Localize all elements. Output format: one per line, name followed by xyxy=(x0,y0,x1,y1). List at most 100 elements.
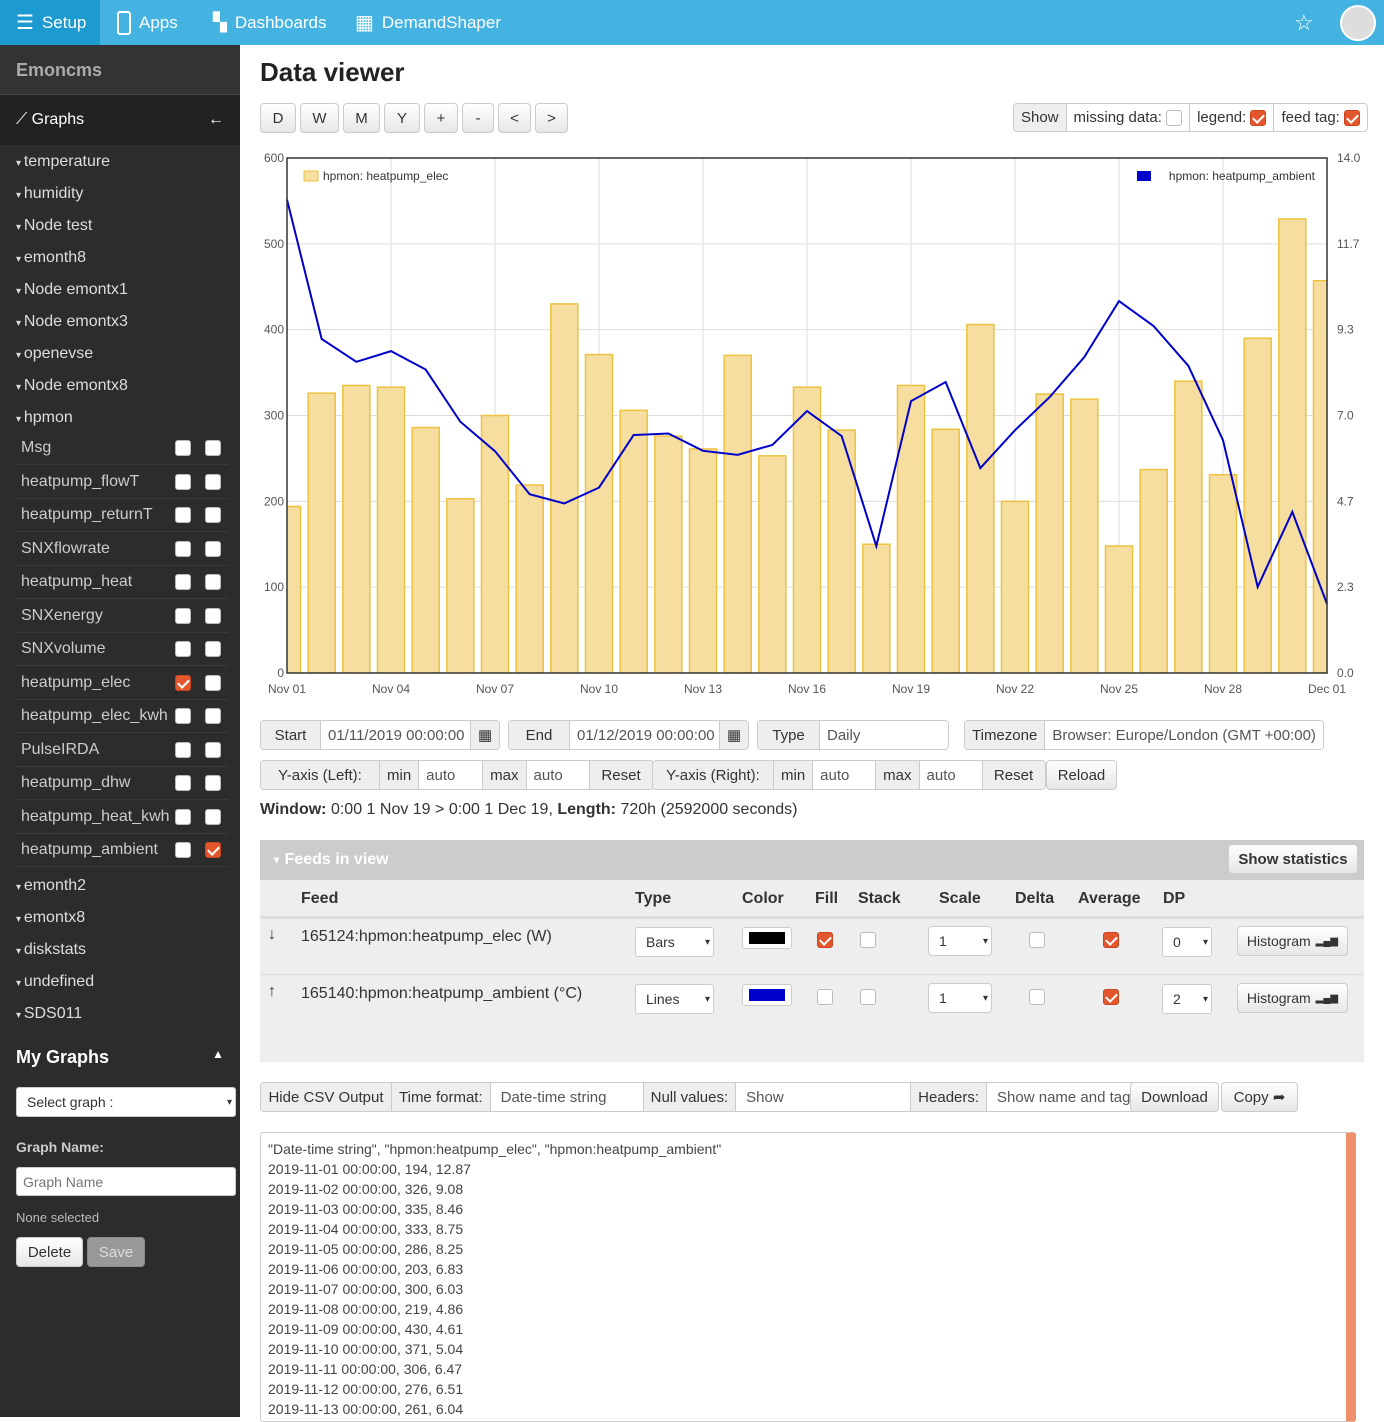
scale-input[interactable]: 1 xyxy=(928,983,992,1013)
histogram-button[interactable]: Histogram▂▄▆ xyxy=(1237,926,1348,956)
range-button[interactable]: W xyxy=(300,103,339,133)
right-axis-checkbox[interactable] xyxy=(205,842,221,858)
headers-select[interactable]: Show name and tag xyxy=(987,1083,1144,1111)
right-axis-checkbox[interactable] xyxy=(205,809,221,825)
select-graph[interactable]: Select graph : xyxy=(16,1087,236,1117)
right-axis-checkbox[interactable] xyxy=(205,708,221,724)
bar[interactable] xyxy=(1071,399,1098,673)
bar[interactable] xyxy=(863,544,890,673)
bar[interactable] xyxy=(1175,381,1202,673)
delete-button[interactable]: Delete xyxy=(16,1237,83,1267)
scale-input[interactable]: 1 xyxy=(928,926,992,956)
bar[interactable] xyxy=(1036,394,1063,673)
feed-tag-checkbox[interactable] xyxy=(1344,110,1360,126)
color-picker[interactable] xyxy=(742,984,792,1006)
nav-setup[interactable]: ☰Setup xyxy=(0,0,100,45)
right-axis-checkbox[interactable] xyxy=(205,474,221,490)
left-axis-checkbox[interactable] xyxy=(175,675,191,691)
legend-checkbox[interactable] xyxy=(1250,110,1266,126)
delta-checkbox[interactable] xyxy=(1029,932,1045,948)
color-picker[interactable] xyxy=(742,927,792,949)
left-axis-checkbox[interactable] xyxy=(175,541,191,557)
range-button[interactable]: D xyxy=(260,103,296,133)
show-statistics-button[interactable]: Show statistics xyxy=(1228,844,1358,874)
bar[interactable] xyxy=(585,355,612,673)
stack-checkbox[interactable] xyxy=(860,989,876,1005)
left-axis-checkbox[interactable] xyxy=(175,641,191,657)
yright-min-input[interactable]: auto xyxy=(813,761,876,789)
sidebar-category[interactable]: ▾ emonth2 xyxy=(16,877,86,895)
yright-max-input[interactable]: auto xyxy=(920,761,983,789)
sidebar-category[interactable]: ▾ openevse xyxy=(16,345,93,363)
sidebar-category[interactable]: ▾ undefined xyxy=(16,973,94,991)
right-axis-checkbox[interactable] xyxy=(205,608,221,624)
left-axis-checkbox[interactable] xyxy=(175,574,191,590)
sidebar-category[interactable]: ▾ emontx8 xyxy=(16,909,85,927)
bar[interactable] xyxy=(1279,219,1306,673)
sidebar-category[interactable]: ▾ SDS011 xyxy=(16,1005,82,1023)
type-select[interactable]: Daily xyxy=(820,721,948,749)
range-button[interactable]: < xyxy=(498,103,531,133)
left-axis-checkbox[interactable] xyxy=(175,708,191,724)
bar[interactable] xyxy=(1105,546,1132,673)
nav-apps[interactable]: Apps xyxy=(117,0,178,45)
left-axis-checkbox[interactable] xyxy=(175,608,191,624)
sidebar-category[interactable]: ▾ Node emontx8 xyxy=(16,377,128,395)
bar[interactable] xyxy=(724,355,751,673)
range-button[interactable]: M xyxy=(343,103,380,133)
time-format-select[interactable]: Date-time string xyxy=(491,1083,644,1111)
save-button[interactable]: Save xyxy=(87,1237,145,1267)
left-axis-checkbox[interactable] xyxy=(175,809,191,825)
bar[interactable] xyxy=(481,416,508,674)
right-axis-checkbox[interactable] xyxy=(205,541,221,557)
null-values-select[interactable]: Show xyxy=(736,1083,911,1111)
copy-button[interactable]: Copy ➦ xyxy=(1221,1082,1298,1112)
range-button[interactable]: + xyxy=(424,103,458,133)
histogram-button[interactable]: Histogram▂▄▆ xyxy=(1237,983,1348,1013)
right-axis-checkbox[interactable] xyxy=(205,574,221,590)
bar[interactable] xyxy=(516,485,543,673)
nav-dashboards[interactable]: ▚Dashboards xyxy=(213,0,327,45)
csv-output[interactable]: "Date-time string", "hpmon:heatpump_elec… xyxy=(260,1132,1356,1422)
right-axis-checkbox[interactable] xyxy=(205,675,221,691)
left-axis-checkbox[interactable] xyxy=(175,474,191,490)
bar[interactable] xyxy=(447,499,474,673)
bar[interactable] xyxy=(967,325,994,673)
caret-up-icon[interactable]: ▲ xyxy=(212,1047,224,1068)
bar[interactable] xyxy=(412,428,439,673)
sidebar-category[interactable]: ▾ Node emontx3 xyxy=(16,313,128,331)
bar[interactable] xyxy=(897,385,924,673)
right-axis-checkbox[interactable] xyxy=(205,440,221,456)
bar[interactable] xyxy=(1244,338,1271,673)
calendar-icon[interactable]: ▦ xyxy=(471,721,499,749)
yright-reset-button[interactable]: Reset xyxy=(983,761,1045,789)
right-axis-checkbox[interactable] xyxy=(205,641,221,657)
sidebar-category[interactable]: ▾ Node emontx1 xyxy=(16,281,128,299)
bar[interactable] xyxy=(655,436,682,673)
average-checkbox[interactable] xyxy=(1103,932,1119,948)
sidebar-graphs[interactable]: ⟋ Graphs← xyxy=(0,95,240,145)
hide-csv-button[interactable]: Hide CSV Output xyxy=(261,1083,392,1111)
bar[interactable] xyxy=(308,393,335,673)
yleft-max-input[interactable]: auto xyxy=(527,761,590,789)
missing-data-checkbox[interactable] xyxy=(1166,110,1182,126)
dp-select[interactable]: 0 xyxy=(1162,927,1212,957)
bar[interactable] xyxy=(377,387,404,673)
bar[interactable] xyxy=(1209,475,1236,673)
sidebar-category[interactable]: ▾ diskstats xyxy=(16,941,86,959)
right-axis-checkbox[interactable] xyxy=(205,742,221,758)
start-input[interactable]: 01/11/2019 00:00:00 xyxy=(321,721,471,749)
reload-button[interactable]: Reload xyxy=(1046,760,1117,790)
left-axis-checkbox[interactable] xyxy=(175,775,191,791)
fill-checkbox[interactable] xyxy=(817,989,833,1005)
nav-demandshaper[interactable]: ▦DemandShaper xyxy=(355,0,501,45)
bar[interactable] xyxy=(793,387,820,673)
yleft-min-input[interactable]: auto xyxy=(419,761,483,789)
bar[interactable] xyxy=(1140,470,1167,673)
average-checkbox[interactable] xyxy=(1103,989,1119,1005)
calendar-icon[interactable]: ▦ xyxy=(720,721,748,749)
fill-checkbox[interactable] xyxy=(817,932,833,948)
sidebar-category[interactable]: ▾ emonth8 xyxy=(16,249,86,267)
dp-select[interactable]: 2 xyxy=(1162,984,1212,1014)
avatar[interactable] xyxy=(1340,0,1376,45)
